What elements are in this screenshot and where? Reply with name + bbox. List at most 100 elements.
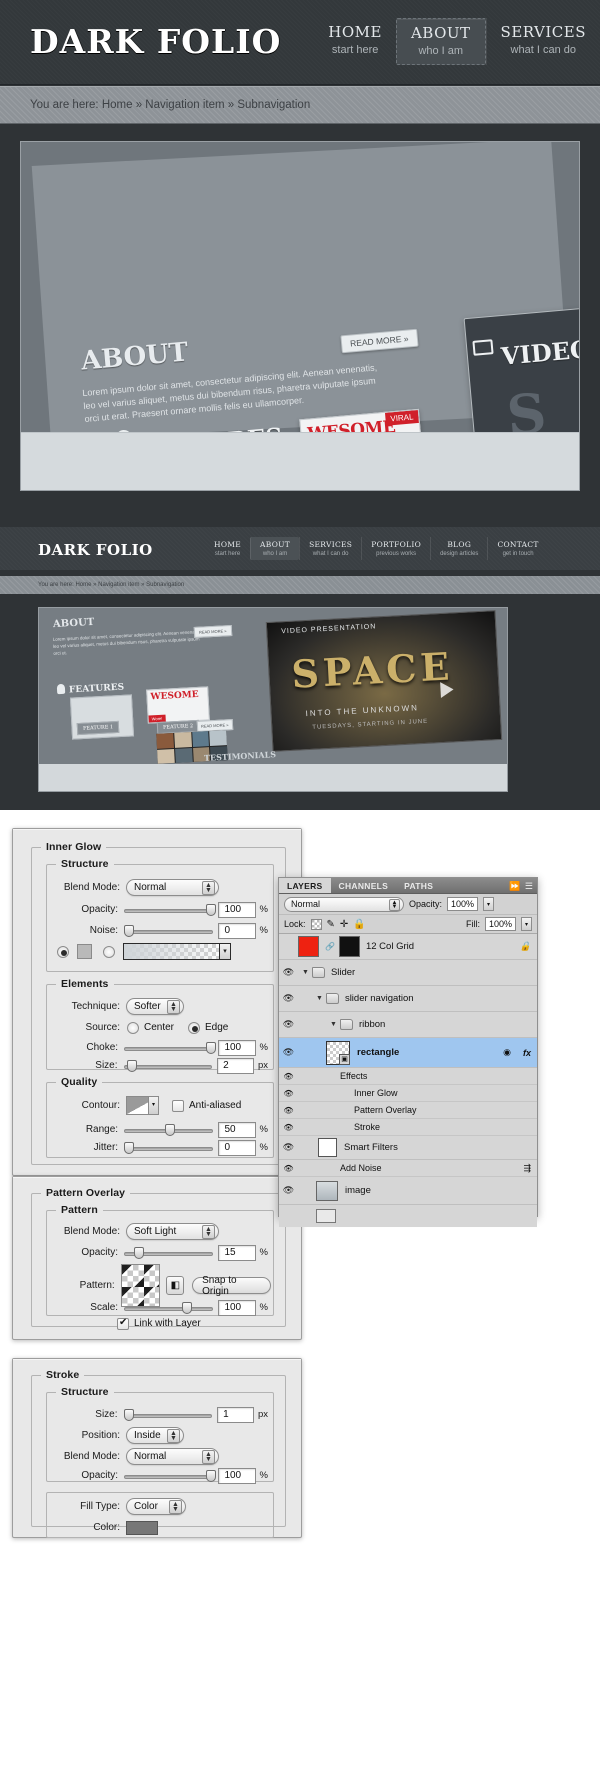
- stroke-position-select[interactable]: Inside ▲ ▼: [126, 1427, 184, 1444]
- eye-icon[interactable]: 👁: [279, 1123, 298, 1132]
- slider-knob[interactable]: [165, 1123, 176, 1136]
- layer-fill-input[interactable]: 100%: [484, 917, 516, 931]
- slider-knob[interactable]: [134, 1246, 145, 1259]
- table-row[interactable]: 👁 ▼ ribbon: [279, 1012, 537, 1038]
- source-center-radio[interactable]: [127, 1021, 139, 1034]
- stepper-icon[interactable]: ▲ ▼: [167, 1429, 180, 1443]
- layer-opacity-input[interactable]: 100%: [447, 897, 479, 911]
- tab-paths[interactable]: PATHS: [396, 878, 441, 893]
- stepper-icon[interactable]: ▲ ▼: [389, 898, 400, 911]
- eye-icon[interactable]: 👁: [279, 1019, 298, 1030]
- fx-icon[interactable]: fx: [523, 1048, 531, 1058]
- table-row[interactable]: 👁 ▼ Slider: [279, 960, 537, 986]
- jitter-input[interactable]: 0: [218, 1139, 256, 1156]
- scale-slider[interactable]: [124, 1301, 214, 1314]
- filter-settings-icon[interactable]: ⇶: [523, 1163, 531, 1174]
- slider-knob[interactable]: [206, 903, 217, 916]
- size-input[interactable]: 2: [217, 1057, 254, 1074]
- stroke-size-input[interactable]: 1: [217, 1406, 254, 1423]
- pattern-blend-mode-select[interactable]: Soft Light ▲ ▼: [126, 1223, 219, 1240]
- lock-transparency-icon[interactable]: [310, 918, 322, 930]
- contour-picker[interactable]: ▾: [126, 1096, 159, 1115]
- nav-item-services-sm[interactable]: SERVICES what I can do: [299, 537, 361, 560]
- eye-icon[interactable]: 👁: [279, 1106, 298, 1115]
- gradient-radio[interactable]: [103, 945, 115, 958]
- source-edge-radio[interactable]: [188, 1021, 201, 1034]
- eye-icon[interactable]: 👁: [279, 1047, 298, 1058]
- table-row[interactable]: 👁 ▼ slider navigation: [279, 986, 537, 1012]
- chevron-down-icon[interactable]: ▾: [148, 1097, 158, 1114]
- size-slider[interactable]: [123, 1059, 213, 1072]
- panel-menu-icon[interactable]: ⏩ ☰: [509, 881, 534, 892]
- nav-item-about[interactable]: ABOUT who I am: [395, 18, 486, 65]
- stepper-icon[interactable]: ▲ ▼: [202, 881, 215, 895]
- stroke-opacity-input[interactable]: 100: [218, 1467, 256, 1484]
- glow-color-swatch[interactable]: [77, 944, 92, 959]
- lock-move-icon[interactable]: ✛: [340, 919, 348, 930]
- nav-item-home[interactable]: HOME start here: [314, 18, 396, 65]
- link-with-layer-checkbox[interactable]: [117, 1317, 129, 1330]
- eye-icon[interactable]: 👁: [279, 1164, 298, 1173]
- list-item[interactable]: 👁 Stroke: [279, 1119, 537, 1136]
- jitter-slider[interactable]: [124, 1141, 214, 1154]
- list-item[interactable]: 👁 Add Noise ⇶: [279, 1160, 537, 1177]
- eye-icon[interactable]: 👁: [279, 1072, 298, 1081]
- tab-layers[interactable]: LAYERS: [279, 878, 331, 893]
- layer-blend-mode-select[interactable]: Normal ▲ ▼: [284, 896, 404, 912]
- noise-slider[interactable]: [124, 924, 214, 937]
- stepper-icon[interactable]: ▲ ▼: [202, 1450, 215, 1464]
- opacity-slider[interactable]: [124, 903, 217, 916]
- gradient-picker[interactable]: ▾: [123, 943, 231, 960]
- slider-knob[interactable]: [124, 924, 135, 937]
- table-row[interactable]: 👁 ▣ rectangle ◉ fx: [279, 1038, 537, 1068]
- nav-item-home-sm[interactable]: HOME start here: [205, 537, 250, 560]
- table-row-partial[interactable]: [279, 1205, 537, 1227]
- table-row[interactable]: 👁 image: [279, 1177, 537, 1205]
- range-slider[interactable]: [124, 1123, 214, 1136]
- site-logo-small[interactable]: DARK FOLIO: [38, 541, 153, 559]
- tab-channels[interactable]: CHANNELS: [331, 878, 397, 893]
- fill-type-select[interactable]: Color ▲ ▼: [126, 1498, 186, 1515]
- stroke-color-swatch[interactable]: [126, 1520, 158, 1535]
- stroke-opacity-slider[interactable]: [124, 1469, 217, 1482]
- read-more-button-sm[interactable]: READ MORE »: [193, 625, 232, 638]
- eye-icon[interactable]: 👁: [279, 1089, 298, 1098]
- play-icon[interactable]: [440, 681, 454, 699]
- opacity-input[interactable]: 100: [218, 901, 256, 918]
- blend-mode-select[interactable]: Normal ▲ ▼: [126, 879, 219, 896]
- anti-aliased-checkbox[interactable]: [172, 1099, 184, 1112]
- disclosure-triangle-icon[interactable]: ▼: [330, 1021, 337, 1028]
- lock-brush-icon[interactable]: ✎: [327, 919, 335, 930]
- snap-to-origin-button[interactable]: Snap to Origin: [192, 1275, 271, 1297]
- nav-item-services[interactable]: SERVICES what I can do: [485, 18, 600, 65]
- visibility-dot-icon[interactable]: ◉: [503, 1047, 511, 1058]
- stepper-icon[interactable]: ▲ ▼: [167, 1000, 180, 1014]
- pattern-opacity-slider[interactable]: [124, 1246, 214, 1259]
- range-input[interactable]: 50: [218, 1121, 256, 1138]
- technique-select[interactable]: Softer ▲ ▼: [126, 998, 184, 1015]
- eye-icon[interactable]: 👁: [279, 993, 298, 1004]
- slider-knob[interactable]: [123, 1408, 134, 1421]
- disclosure-triangle-icon[interactable]: ▼: [302, 969, 309, 976]
- nav-item-portfolio-sm[interactable]: PORTFOLIO previous works: [361, 537, 430, 560]
- lock-all-icon[interactable]: 🔒: [353, 919, 365, 930]
- disclosure-triangle-icon[interactable]: ▼: [316, 995, 323, 1002]
- site-logo-large[interactable]: DARK FOLIO: [30, 22, 281, 61]
- eye-icon[interactable]: 👁: [279, 1142, 298, 1153]
- nav-item-about-sm[interactable]: ABOUT who I am: [250, 537, 300, 560]
- eye-icon[interactable]: 👁: [279, 967, 298, 978]
- table-row[interactable]: 👁 Smart Filters: [279, 1136, 537, 1160]
- slider-knob[interactable]: [126, 1059, 137, 1072]
- nav-item-contact-sm[interactable]: CONTACT get in touch: [487, 537, 547, 560]
- slider-knob[interactable]: [124, 1141, 135, 1154]
- slider-knob[interactable]: [182, 1301, 193, 1314]
- pattern-preset-button[interactable]: ◧: [166, 1276, 185, 1295]
- scale-input[interactable]: 100: [218, 1299, 256, 1316]
- fill-chevron-down-icon[interactable]: ▾: [521, 917, 532, 931]
- stroke-blend-mode-select[interactable]: Normal ▲ ▼: [126, 1448, 219, 1465]
- list-item[interactable]: 👁 Pattern Overlay: [279, 1102, 537, 1119]
- stepper-icon[interactable]: ▲ ▼: [202, 1225, 215, 1239]
- stroke-size-slider[interactable]: [123, 1408, 213, 1421]
- list-item[interactable]: 👁 Effects: [279, 1068, 537, 1085]
- table-row[interactable]: 🔗 12 Col Grid 🔒: [279, 934, 537, 960]
